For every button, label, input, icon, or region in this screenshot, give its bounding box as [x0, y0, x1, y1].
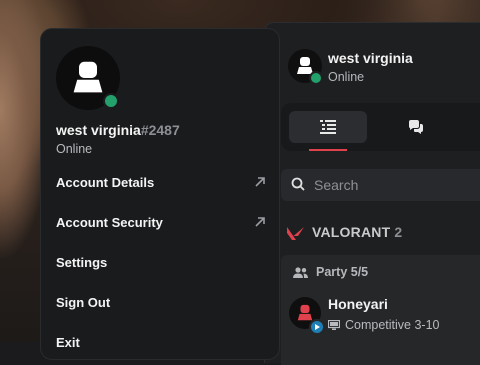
menu-item-account-security[interactable]: Account Security: [56, 211, 266, 233]
external-arrow-icon: [255, 217, 265, 227]
menu-item-account-details[interactable]: Account Details: [56, 171, 266, 193]
account-status: Online: [56, 142, 93, 156]
menu-item-exit[interactable]: Exit: [56, 331, 266, 353]
menu-item-label: Account Security: [56, 214, 163, 230]
party-label: Party 5/5: [316, 265, 369, 279]
chat-bubbles-icon: [409, 120, 423, 134]
external-arrow-icon: [255, 177, 265, 187]
member-activity-text: Competitive 3-10: [345, 318, 440, 332]
search-icon: [291, 177, 305, 191]
playing-status-icon: [309, 319, 325, 335]
user-icon: [297, 304, 313, 321]
menu-item-sign-out[interactable]: Sign Out: [56, 291, 266, 313]
online-status-dot: [309, 71, 323, 85]
social-status: Online: [328, 70, 365, 84]
user-icon: [73, 61, 103, 93]
social-panel: west virginia Online Search VALORANT 2 P…: [264, 22, 480, 365]
account-menu: west virginia#2487 Online Account Detail…: [40, 28, 280, 360]
game-count: 2: [394, 224, 403, 240]
tab-friends-list[interactable]: [289, 111, 367, 143]
party-icon: [293, 266, 308, 278]
member-name[interactable]: Honeyari: [328, 296, 388, 312]
menu-item-label: Settings: [56, 254, 108, 270]
account-name: west virginia#2487: [56, 122, 180, 138]
account-username: west virginia: [56, 122, 141, 138]
search-placeholder: Search: [314, 177, 359, 193]
search-input[interactable]: Search: [281, 169, 480, 201]
game-group-header[interactable]: VALORANT 2: [287, 224, 402, 242]
menu-item-label: Account Details: [56, 174, 155, 190]
menu-item-label: Exit: [56, 334, 80, 350]
menu-item-settings[interactable]: Settings: [56, 251, 266, 273]
menu-item-label: Sign Out: [56, 294, 111, 310]
party-card: Party 5/5 Honeyari Competitive 3-10: [281, 255, 480, 365]
social-tabs: [281, 103, 480, 151]
account-tag: #2487: [140, 122, 180, 138]
social-username: west virginia: [328, 50, 413, 66]
active-tab-indicator: [309, 149, 347, 151]
online-status-dot: [103, 93, 119, 109]
party-header: Party 5/5: [293, 265, 368, 279]
friends-list-icon: [320, 120, 336, 134]
member-activity: Competitive 3-10: [328, 318, 440, 332]
monitor-icon: [328, 320, 340, 330]
valorant-logo-icon: [287, 226, 304, 240]
tab-chat[interactable]: [377, 111, 455, 143]
game-label: VALORANT: [312, 224, 391, 240]
